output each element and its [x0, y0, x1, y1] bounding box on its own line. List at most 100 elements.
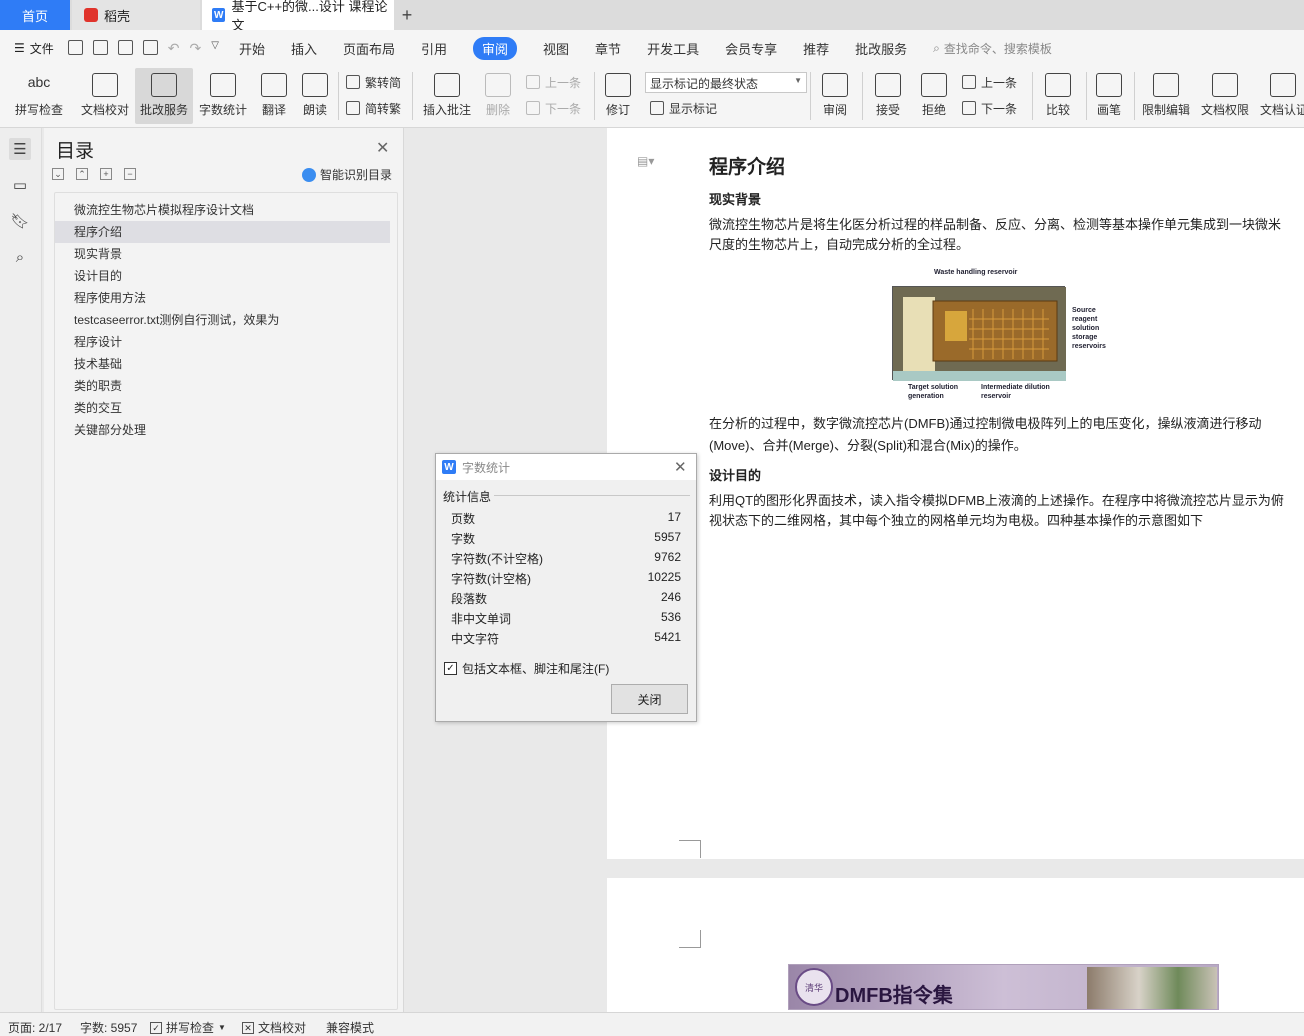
word-count-button[interactable]: 字数统计	[196, 68, 250, 124]
prev-comment-button[interactable]: 上一条	[526, 71, 581, 93]
paragraph-handle-icon[interactable]: ▤▾	[637, 154, 654, 168]
trad-to-simp-button[interactable]: 繁转简	[346, 71, 401, 93]
next-comment-label: 下一条	[545, 101, 582, 116]
accept-button[interactable]: 接受	[868, 68, 908, 124]
command-search[interactable]: ⌕ 查找命令、搜索模板	[933, 40, 1052, 57]
menu-references[interactable]: 引用	[421, 39, 447, 58]
menu-start[interactable]: 开始	[239, 39, 265, 58]
translate-icon	[261, 73, 287, 97]
close-button[interactable]: 关闭	[611, 684, 688, 714]
restrict-edit-button[interactable]: 限制编辑	[1140, 68, 1192, 124]
stats-group-label: 统计信息	[443, 490, 492, 504]
tab-home[interactable]: 首页	[0, 0, 70, 30]
word-count-icon	[210, 73, 236, 97]
simp-to-trad-icon	[346, 101, 360, 115]
doc-rights-button[interactable]: 文档权限	[1198, 68, 1252, 124]
chapter-nav-icon[interactable]: ▭	[9, 174, 31, 196]
spell-check-button[interactable]: abc 拼写检查	[8, 68, 70, 124]
read-aloud-button[interactable]: 朗读	[298, 68, 332, 124]
expand-all-icon[interactable]: ⌃	[76, 168, 88, 180]
track-changes-button[interactable]: 修订	[600, 68, 636, 124]
toc-item[interactable]: 类的交互	[55, 397, 390, 419]
trad-to-simp-icon	[346, 75, 360, 89]
doc-cert-button[interactable]: 文档认证	[1256, 68, 1304, 124]
delete-comment-button[interactable]: 删除	[480, 68, 516, 124]
new-tab-button[interactable]: +	[398, 0, 416, 30]
next-comment-button[interactable]: 下一条	[526, 97, 581, 119]
insert-comment-icon	[434, 73, 460, 97]
doc-cert-icon	[1270, 73, 1296, 97]
doc-check-button[interactable]: 文档校对	[76, 68, 134, 124]
toc-item[interactable]: 微流控生物芯片模拟程序设计文档	[55, 199, 390, 221]
toc-item[interactable]: 程序使用方法	[55, 287, 390, 309]
remove-level-icon[interactable]: −	[124, 168, 136, 180]
redo-icon[interactable]: ↷	[190, 40, 202, 57]
prev-change-button[interactable]: 上一条	[962, 71, 1017, 93]
close-icon[interactable]: ✕	[376, 138, 389, 158]
menu-insert[interactable]: 插入	[291, 39, 317, 58]
banner-title: DMFB指令集	[835, 985, 953, 1007]
spell-check-icon: ✓	[150, 1021, 162, 1034]
menu-member[interactable]: 会员专享	[725, 39, 777, 58]
doc-check-icon: ✕	[242, 1021, 254, 1034]
menu-grading[interactable]: 批改服务	[855, 39, 907, 58]
toc-item[interactable]: 类的职责	[55, 375, 390, 397]
add-level-icon[interactable]: +	[100, 168, 112, 180]
command-search-placeholder: 查找命令、搜索模板	[943, 41, 1052, 56]
markup-state-select[interactable]: 显示标记的最终状态 ▼	[645, 72, 807, 93]
collapse-all-icon[interactable]: ⌄	[52, 168, 64, 180]
stat-row: 字数 5957	[451, 530, 681, 550]
simp-to-trad-button[interactable]: 简转繁	[346, 97, 401, 119]
ribbon-divider	[1032, 72, 1033, 120]
export-icon[interactable]	[92, 39, 108, 55]
tab-document[interactable]: W 基于C++的微...设计 课程论文	[202, 0, 394, 33]
bookmark-icon[interactable]: 🔖︎	[9, 210, 31, 232]
doc-check-label: 文档校对	[80, 103, 129, 117]
toc-list: 微流控生物芯片模拟程序设计文档 程序介绍 现实背景 设计目的 程序使用方法 te…	[54, 192, 398, 1010]
grading-button[interactable]: 批改服务	[135, 68, 193, 124]
search-icon[interactable]: ⌕	[9, 246, 31, 268]
customize-dropdown-icon[interactable]: ▽	[211, 40, 219, 57]
toc-item[interactable]: 现实背景	[55, 243, 390, 265]
print-icon[interactable]	[117, 39, 133, 55]
toc-panel-icon[interactable]: ☰	[9, 138, 31, 160]
toc-item[interactable]: 关键部分处理	[55, 419, 390, 441]
ribbon-divider	[1134, 72, 1135, 120]
reject-button[interactable]: 拒绝	[914, 68, 954, 124]
menu-recommend[interactable]: 推荐	[803, 39, 829, 58]
toc-item[interactable]: 设计目的	[55, 265, 390, 287]
insert-comment-button[interactable]: 插入批注	[420, 68, 474, 124]
status-spell-check[interactable]: ✓ 拼写检查 ▼	[150, 1019, 226, 1036]
menu-view[interactable]: 视图	[543, 39, 569, 58]
status-doc-check[interactable]: ✕ 文档校对	[242, 1019, 306, 1036]
page-indicator[interactable]: 页面: 2/17	[8, 1019, 62, 1036]
toc-item[interactable]: 技术基础	[55, 353, 390, 375]
smart-toc-button[interactable]: 智能识别目录	[302, 166, 392, 183]
include-textbox-checkbox[interactable]: ✓ 包括文本框、脚注和尾注(F)	[444, 660, 609, 677]
toc-item[interactable]: 程序设计	[55, 331, 390, 353]
menu-developer[interactable]: 开发工具	[647, 39, 699, 58]
show-markup-button[interactable]: 显示标记	[650, 97, 717, 119]
tab-daoke[interactable]: 稻壳	[72, 0, 200, 30]
undo-icon[interactable]: ↶	[168, 40, 180, 57]
compare-button[interactable]: 比较	[1038, 68, 1078, 124]
next-change-button[interactable]: 下一条	[962, 97, 1017, 119]
review-pane-button[interactable]: 审阅	[816, 68, 854, 124]
menu-page-layout[interactable]: 页面布局	[343, 39, 395, 58]
close-icon[interactable]: ✕	[674, 458, 687, 476]
pen-button[interactable]: 画笔	[1092, 68, 1126, 124]
save-icon[interactable]	[67, 39, 83, 55]
file-menu[interactable]: ☰ 文件	[14, 40, 54, 57]
navigation-strip: ☰ ▭ 🔖︎ ⌕	[0, 128, 42, 1012]
menu-review[interactable]: 审阅	[473, 36, 518, 60]
word-count-indicator[interactable]: 字数: 5957	[80, 1019, 137, 1036]
status-bar: 页面: 2/17 字数: 5957 ✓ 拼写检查 ▼ ✕ 文档校对 兼容模式	[0, 1012, 1304, 1036]
dialog-titlebar[interactable]: W 字数统计	[436, 454, 696, 480]
translate-button[interactable]: 翻译	[254, 68, 294, 124]
compare-label: 比较	[1045, 103, 1070, 117]
doc-check-icon	[92, 73, 118, 97]
toc-item[interactable]: testcaseerror.txt测例自行测试，效果为	[55, 309, 390, 331]
print-preview-icon[interactable]	[142, 39, 158, 55]
toc-item-active[interactable]: 程序介绍	[55, 221, 390, 243]
menu-chapter[interactable]: 章节	[595, 39, 621, 58]
